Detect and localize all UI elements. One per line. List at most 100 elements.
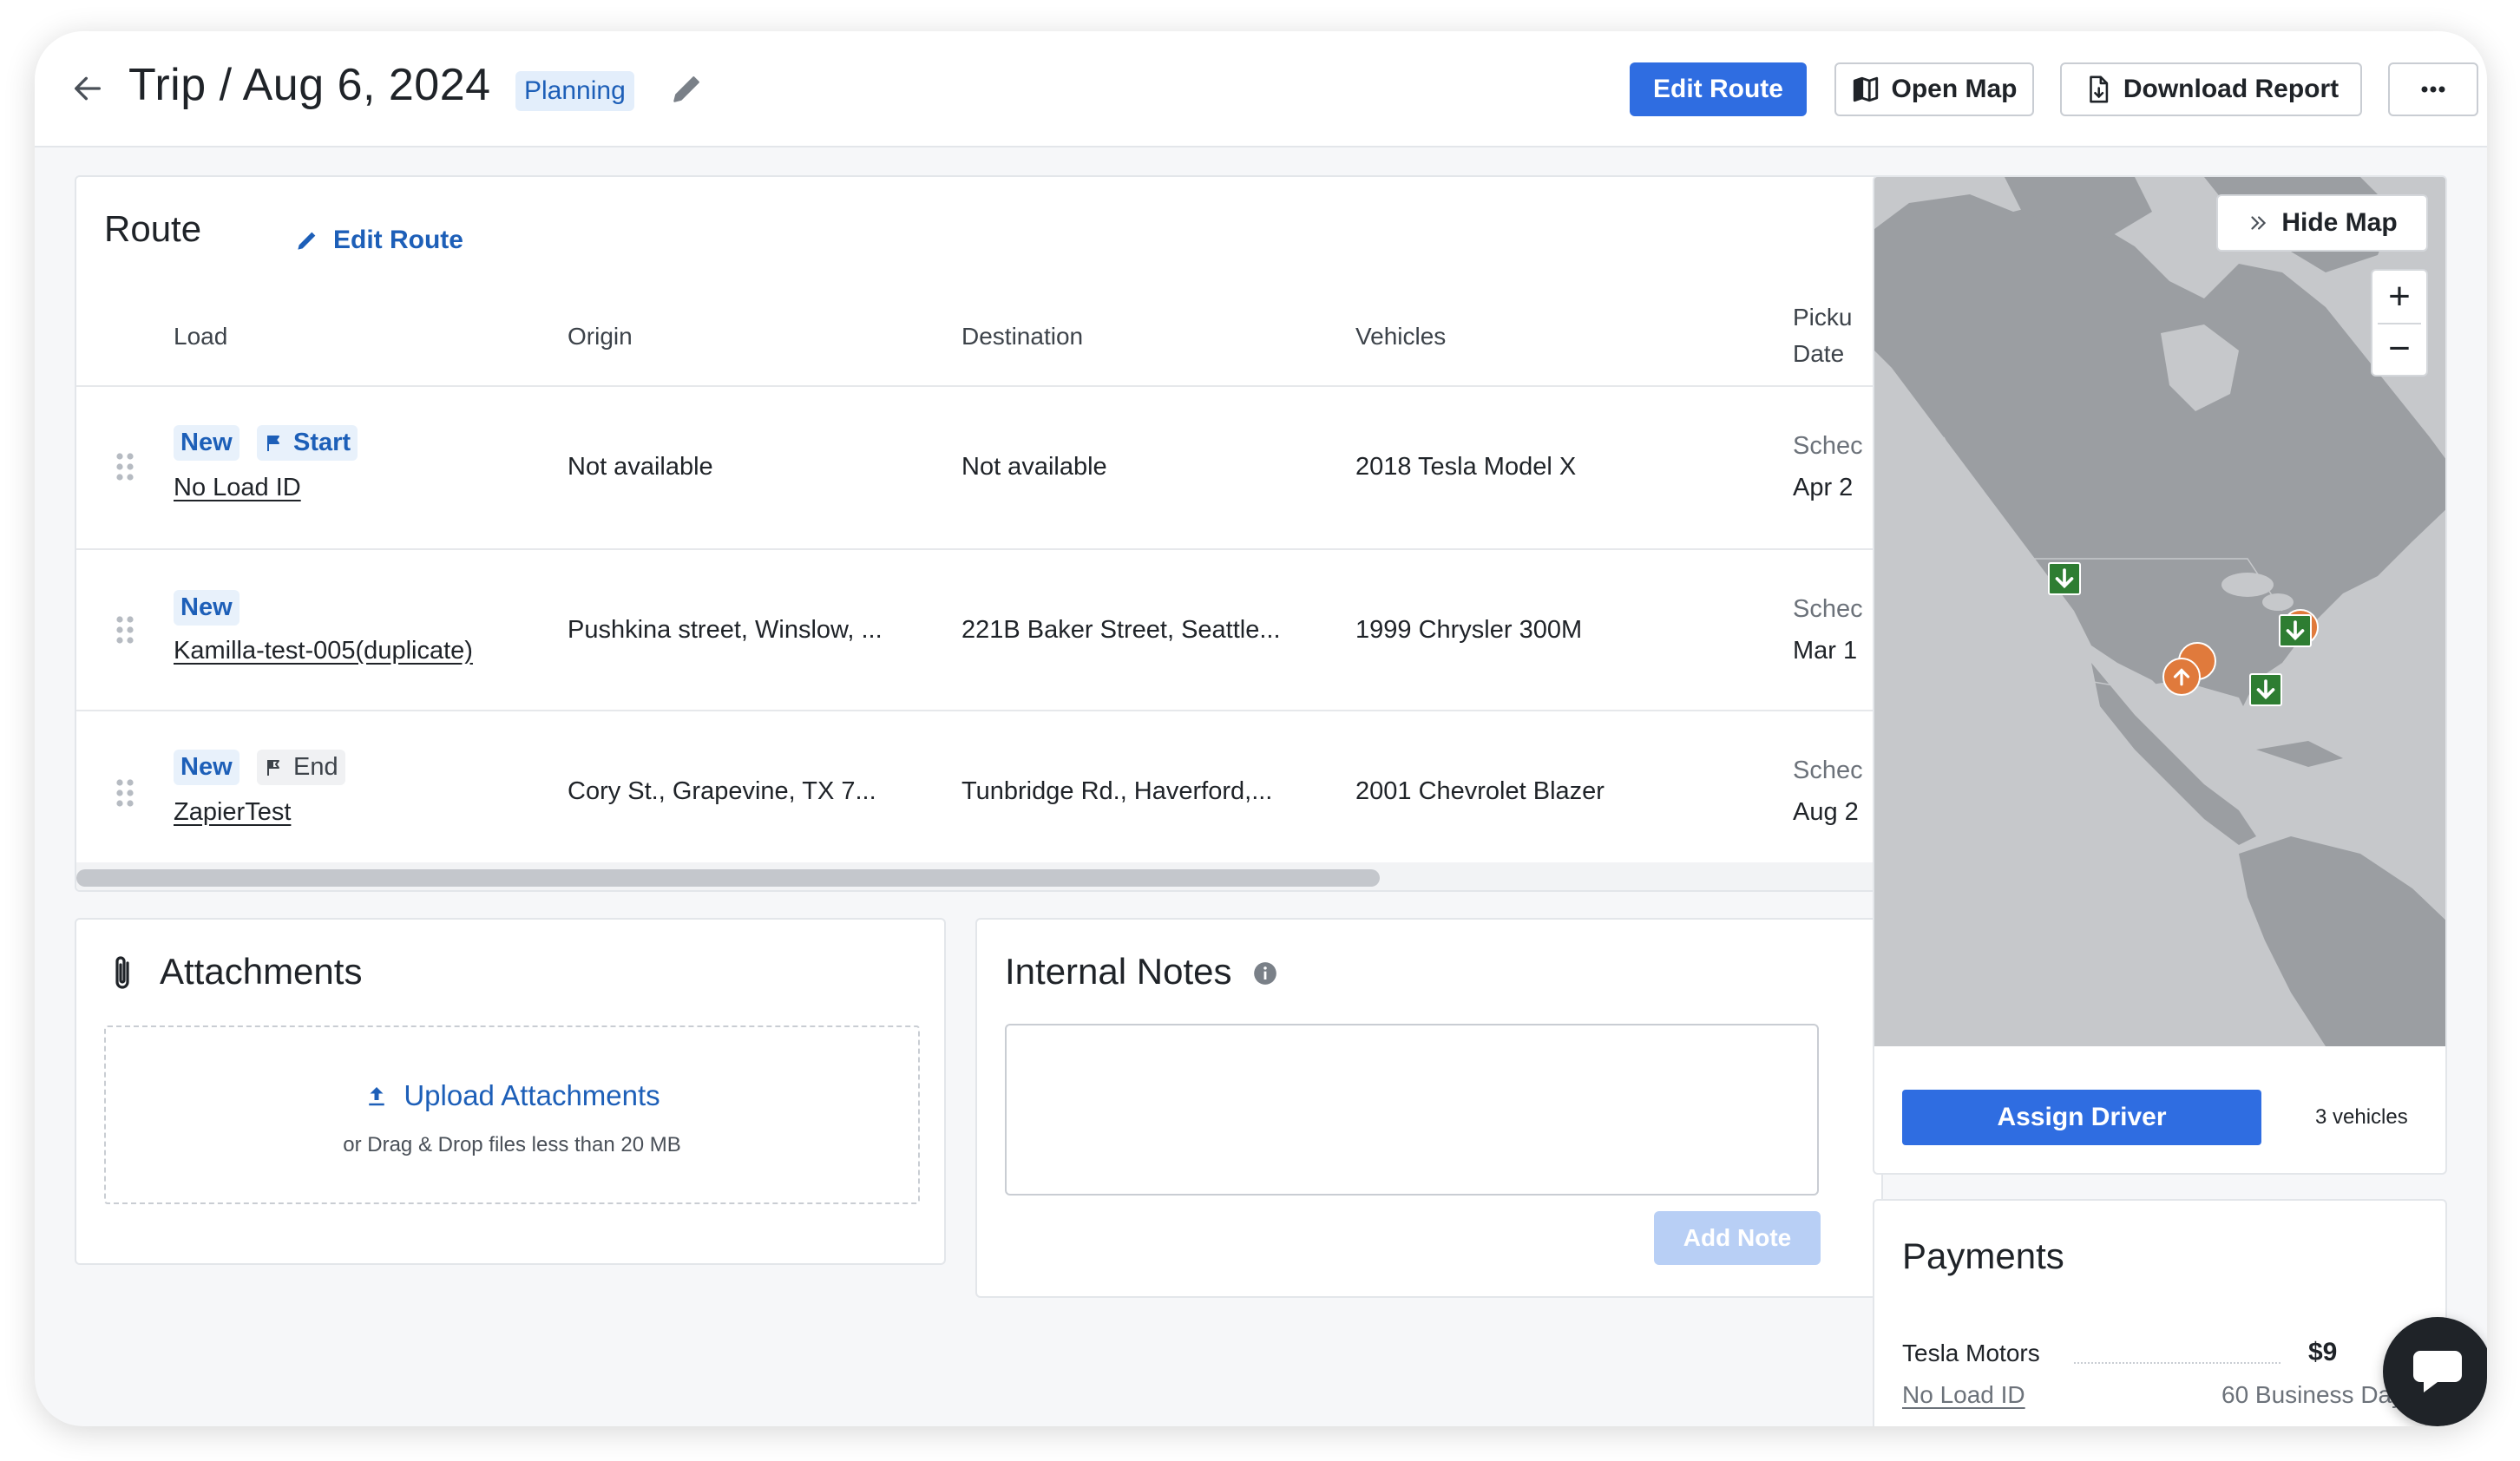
flag-icon [267,435,279,451]
drag-handle-icon[interactable] [115,614,135,645]
hide-map-label: Hide Map [2281,208,2398,237]
status-badge: Planning [515,71,634,111]
download-report-label: Download Report [2123,75,2340,103]
zoom-in-button[interactable]: + [2372,271,2426,323]
pencil-icon [298,232,316,250]
route-edit-link[interactable]: Edit Route [293,226,463,255]
delivery-marker[interactable] [2048,562,2081,595]
attachments-card: Attachments Upload Attachments or Drag &… [75,918,946,1265]
pickup-marker[interactable] [2162,658,2201,696]
status-tag-new: New [174,425,240,461]
vehicles-count: 3 vehicles [2315,1105,2408,1129]
download-report-button[interactable]: Download Report [2060,62,2362,116]
map-icon [1854,76,1879,102]
back-button[interactable] [68,69,108,108]
delivery-marker[interactable] [2249,673,2282,706]
load-id-link[interactable]: No Load ID [174,474,301,502]
origin-cell: Pushkina street, Winslow, ... [568,616,883,644]
info-icon[interactable] [1253,961,1277,986]
column-header-origin: Origin [568,323,633,350]
file-download-icon [2090,75,2109,103]
payments-card: Payments Tesla Motors $9 No Load ID 60 B… [1873,1199,2447,1426]
column-header-destination: Destination [961,323,1084,350]
internal-notes-card: Internal Notes Add Note [975,918,1883,1298]
edit-route-button[interactable]: Edit Route [1630,62,1807,116]
load-id-link[interactable]: Kamilla-test-005(duplicate) [174,637,473,665]
table-row[interactable]: New Start No Load ID Not available Not a… [76,385,1881,547]
column-header-pickup: Picku [1793,304,1853,331]
arrow-down-icon [2256,679,2275,700]
arrow-down-icon [2286,620,2305,641]
pickup-status-cell: Schec [1793,757,1863,784]
more-actions-button[interactable] [2388,62,2478,116]
origin-cell: Not available [568,453,713,481]
vehicles-cell: 2001 Chevrolet Blazer [1355,777,1605,805]
upload-attachments-label: Upload Attachments [404,1079,660,1111]
chat-bubble-icon [2413,1351,2462,1392]
internal-notes-input[interactable] [1005,1024,1819,1196]
pencil-icon [673,76,699,102]
pickup-date-cell: Apr 2 [1793,474,1854,501]
edit-title-button[interactable] [668,69,706,108]
zoom-control: + − [2371,269,2428,377]
arrow-up-icon [2173,668,2190,686]
stop-tag-label: End [293,753,338,781]
open-map-button[interactable]: Open Map [1834,62,2034,116]
add-note-button[interactable]: Add Note [1654,1211,1821,1265]
upload-icon [369,1087,385,1106]
drag-handle-icon[interactable] [115,451,135,482]
payer-name: Tesla Motors [1902,1340,2040,1366]
upload-attachments-link[interactable]: Upload Attachments [106,1079,918,1112]
upload-hint: or Drag & Drop files less than 20 MB [343,1133,681,1156]
payments-title: Payments [1902,1235,2064,1276]
paperclip-icon [115,956,129,989]
route-title: Route [104,208,202,249]
payment-amount: $9 [2308,1338,2338,1366]
pickup-status-cell: Schec [1793,595,1863,623]
route-edit-label: Edit Route [333,226,463,254]
more-horizontal-icon [2421,86,2445,93]
destination-cell: Tunbridge Rd., Haverford,... [961,777,1273,805]
vehicles-cell: 2018 Tesla Model X [1355,453,1577,481]
hide-map-button[interactable]: Hide Map [2216,194,2428,252]
pickup-status-cell: Schec [1793,432,1863,460]
assign-driver-button[interactable]: Assign Driver [1902,1090,2261,1145]
drag-handle-icon[interactable] [115,777,135,809]
payment-load-link[interactable]: No Load ID [1902,1381,2025,1409]
chat-button[interactable] [2383,1317,2487,1426]
status-tag-new: New [174,590,240,626]
arrow-down-icon [2055,568,2074,589]
dotted-leader [2074,1362,2280,1364]
scrollbar-thumb[interactable] [76,869,1380,887]
stop-tag-label: Start [293,429,351,456]
attachments-dropzone[interactable]: Upload Attachments or Drag & Drop files … [104,1025,920,1204]
delivery-marker[interactable] [2279,614,2312,647]
load-id-link[interactable]: ZapierTest [174,798,291,827]
vehicles-cell: 1999 Chrysler 300M [1355,616,1583,644]
stop-tag-end: End [257,750,345,785]
attachments-title: Attachments [160,951,363,992]
column-header-load: Load [174,323,228,350]
origin-cell: Cory St., Grapevine, TX 7... [568,777,876,805]
open-map-label: Open Map [1891,75,2018,103]
map-landmass [1874,177,2445,1046]
table-row[interactable]: New End ZapierTest Cory St., Grapevine, … [76,710,1881,871]
table-row[interactable]: New Kamilla-test-005(duplicate) Pushkina… [76,548,1881,710]
pickup-date-cell: Aug 2 [1793,798,1859,826]
app-shell: Trip / Aug 6, 2024 Planning Edit Route O… [35,31,2487,1426]
zoom-out-button[interactable]: − [2372,323,2426,375]
destination-cell: Not available [961,453,1107,481]
stop-tag-start: Start [257,425,358,461]
route-card: Route Edit Route Load Origin Destination… [75,175,1883,892]
map-card: Hide Map + − Assign Driver 3 vehicles [1873,175,2447,1175]
map-view[interactable]: Hide Map + − [1874,177,2445,1046]
destination-cell: 221B Baker Street, Seattle... [961,616,1281,644]
page-header: Trip / Aug 6, 2024 Planning Edit Route O… [35,31,2487,147]
status-tag-new: New [174,750,240,785]
horizontal-scrollbar[interactable] [76,862,1881,890]
flag-outline-icon [267,759,279,776]
page-title: Trip / Aug 6, 2024 [128,60,491,110]
column-header-vehicles: Vehicles [1355,323,1447,350]
internal-notes-title: Internal Notes [1005,951,1232,992]
pickup-date-cell: Mar 1 [1793,637,1858,665]
